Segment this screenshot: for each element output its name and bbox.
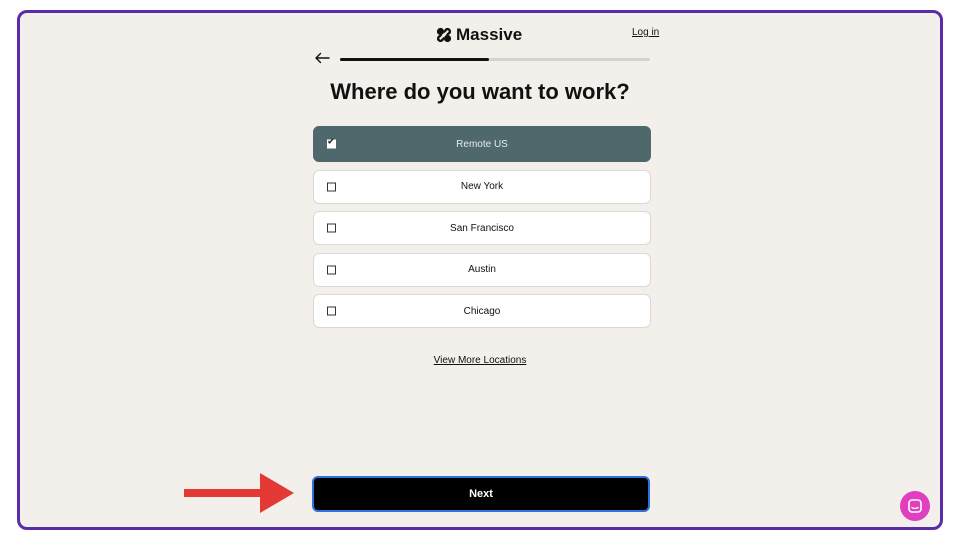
app-frame: Massive Log in Where do you want to work…: [17, 10, 943, 530]
location-option-label: Chicago: [463, 305, 501, 317]
location-option-san-francisco[interactable]: San Francisco: [313, 211, 651, 245]
location-option-label: New York: [460, 181, 504, 192]
brand-logo[interactable]: Massive: [436, 25, 522, 45]
next-button[interactable]: Next: [312, 476, 650, 512]
page-title: Where do you want to work?: [330, 79, 630, 104]
location-option-remote-us[interactable]: ✔ Remote US: [313, 126, 651, 162]
checkbox-icon[interactable]: [327, 306, 336, 316]
view-more-locations-link[interactable]: View More Locations: [20, 355, 940, 366]
arrow-left-icon: [315, 52, 330, 64]
checkbox-checked-icon[interactable]: ✔: [327, 136, 336, 149]
progress-bar-fill: [340, 58, 489, 61]
location-options: ✔ Remote US New York San Francisco Austin Chi…: [313, 126, 651, 336]
annotation-arrow-icon: [184, 473, 294, 513]
clover-logo-icon: [436, 27, 452, 43]
checkbox-icon[interactable]: [327, 265, 336, 274]
back-button[interactable]: [312, 49, 332, 67]
checkbox-icon[interactable]: [327, 223, 336, 233]
location-option-austin[interactable]: Austin: [313, 252, 651, 287]
location-option-label: San Francisco: [450, 222, 514, 234]
chat-icon: [908, 499, 922, 513]
progress-bar: [340, 58, 650, 61]
chat-launcher-button[interactable]: [900, 491, 930, 521]
location-option-label: Austin: [468, 264, 496, 275]
location-option-chicago[interactable]: Chicago: [313, 294, 651, 328]
checkbox-icon[interactable]: [327, 182, 336, 191]
login-link[interactable]: Log in: [632, 27, 659, 38]
location-option-new-york[interactable]: New York: [313, 169, 651, 204]
checkmark-icon: ✔: [327, 136, 336, 148]
brand-name: Massive: [456, 25, 523, 44]
location-option-label: Remote US: [456, 138, 508, 150]
